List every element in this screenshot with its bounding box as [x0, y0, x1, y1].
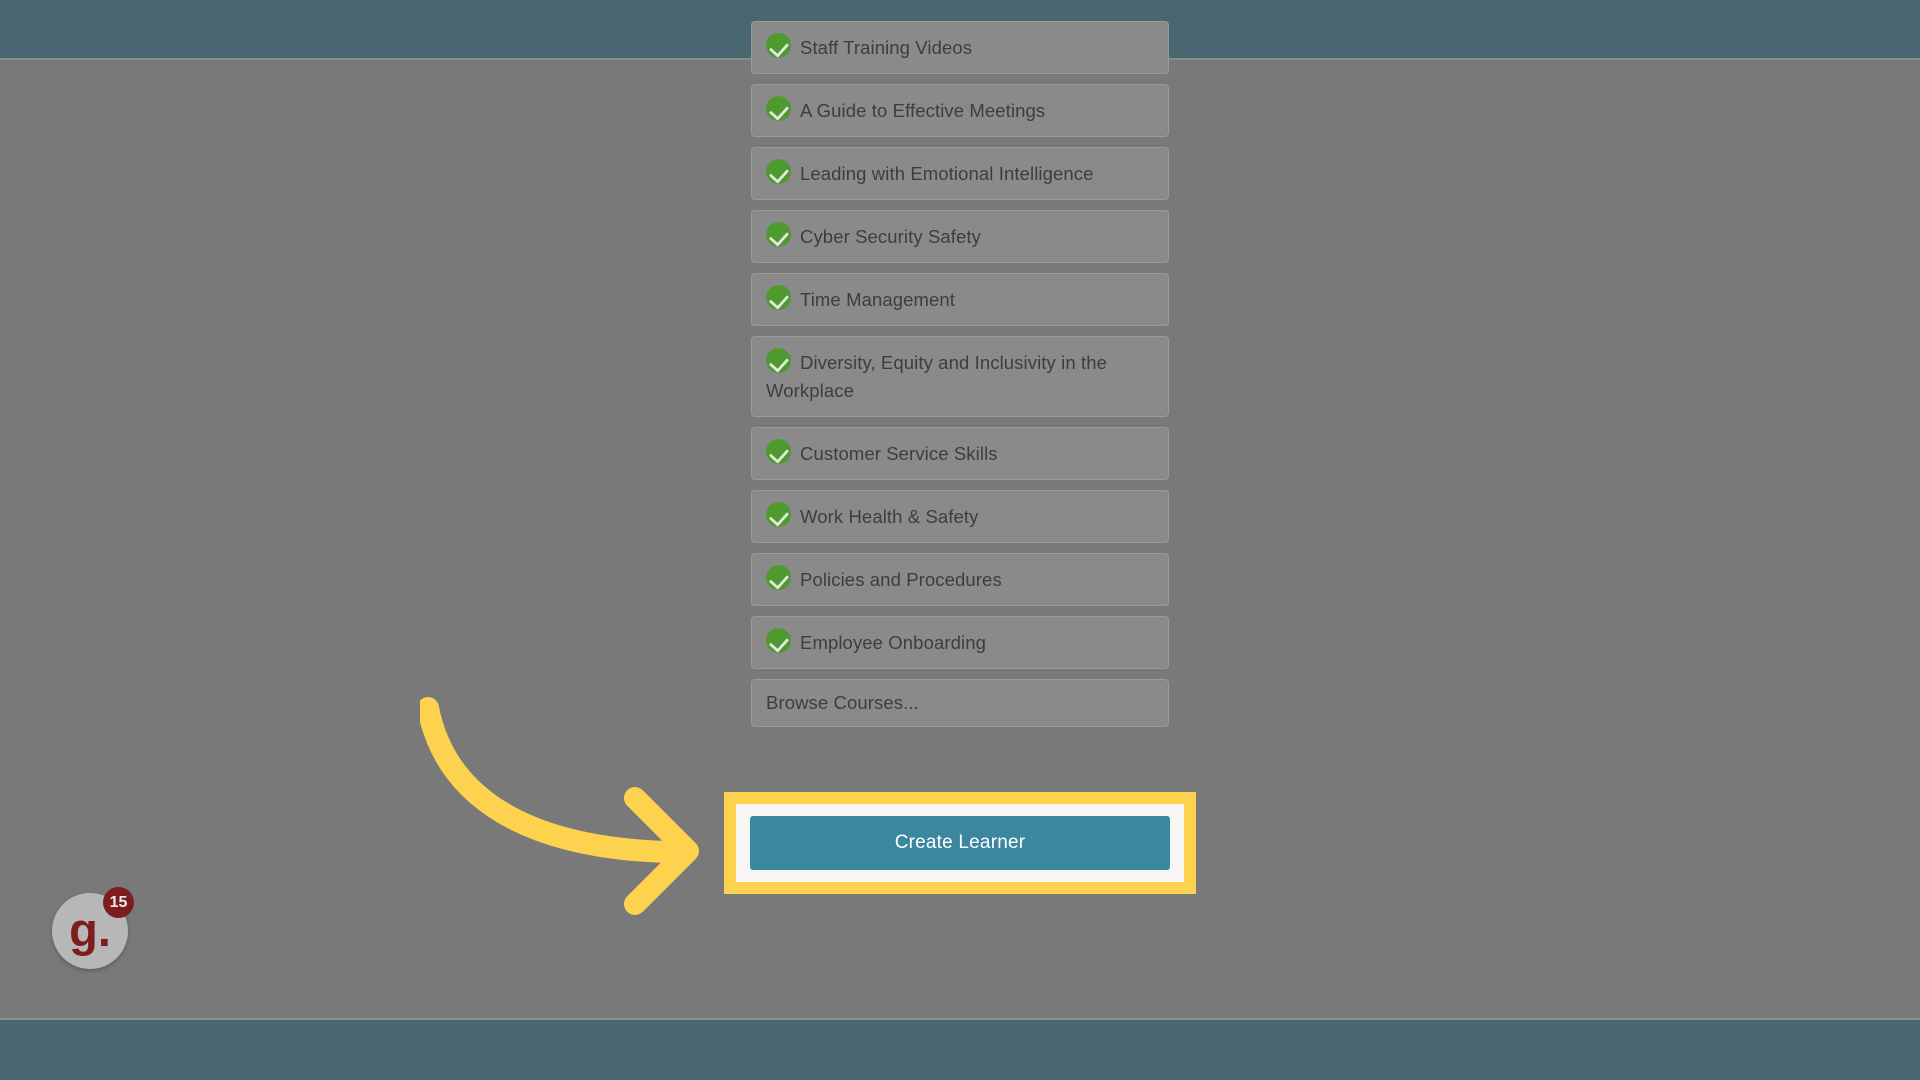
list-item[interactable]: Staff Training Videos: [751, 21, 1169, 74]
list-item[interactable]: Cyber Security Safety: [751, 210, 1169, 263]
list-item[interactable]: Work Health & Safety: [751, 490, 1169, 543]
list-item-label: Customer Service Skills: [800, 443, 998, 464]
check-circle-icon: [766, 159, 791, 184]
list-item-label: Employee Onboarding: [800, 632, 986, 653]
list-item-label: Diversity, Equity and Inclusivity in the…: [766, 352, 1107, 401]
check-circle-icon: [766, 222, 791, 247]
list-item[interactable]: A Guide to Effective Meetings: [751, 84, 1169, 137]
check-circle-icon: [766, 565, 791, 590]
check-circle-icon: [766, 285, 791, 310]
check-circle-icon: [766, 348, 791, 373]
list-item[interactable]: Policies and Procedures: [751, 553, 1169, 606]
list-item[interactable]: Employee Onboarding: [751, 616, 1169, 669]
list-item-label: Work Health & Safety: [800, 506, 979, 527]
check-circle-icon: [766, 96, 791, 121]
browse-courses-item[interactable]: Browse Courses...: [751, 679, 1169, 727]
list-item-label: A Guide to Effective Meetings: [800, 100, 1046, 121]
notification-count-badge[interactable]: 15: [103, 887, 134, 918]
bottom-chrome-bar: [0, 1018, 1920, 1080]
check-circle-icon: [766, 502, 791, 527]
curved-arrow-right-icon: [420, 697, 699, 915]
check-circle-icon: [766, 439, 791, 464]
check-circle-icon: [766, 628, 791, 653]
list-item-label: Cyber Security Safety: [800, 226, 982, 247]
create-learner-button[interactable]: Create Learner: [750, 816, 1170, 870]
browse-courses-label: Browse Courses...: [766, 692, 919, 713]
list-item[interactable]: Time Management: [751, 273, 1169, 326]
list-item[interactable]: Leading with Emotional Intelligence: [751, 147, 1169, 200]
create-learner-highlight-inner: Create Learner: [736, 804, 1184, 882]
list-item[interactable]: Diversity, Equity and Inclusivity in the…: [751, 336, 1169, 417]
list-item-label: Staff Training Videos: [800, 37, 973, 58]
list-item-label: Leading with Emotional Intelligence: [800, 163, 1094, 184]
list-item-label: Time Management: [800, 289, 956, 310]
create-learner-highlight: Create Learner: [724, 792, 1196, 894]
check-circle-icon: [766, 33, 791, 58]
brand-badge[interactable]: g. 15: [52, 887, 134, 969]
list-item-label: Policies and Procedures: [800, 569, 1002, 590]
list-item[interactable]: Customer Service Skills: [751, 427, 1169, 480]
app-screen: Staff Training Videos A Guide to Effecti…: [0, 0, 1920, 1080]
course-list: Staff Training Videos A Guide to Effecti…: [751, 21, 1169, 737]
